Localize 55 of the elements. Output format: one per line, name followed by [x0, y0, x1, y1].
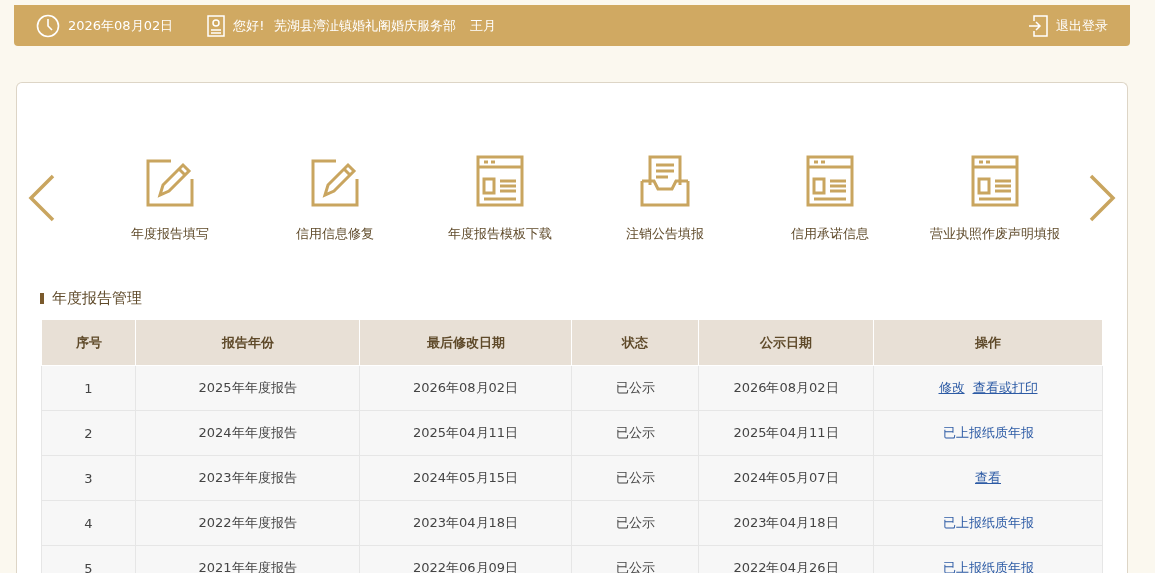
shortcut-item[interactable]: 年度报告填写: [87, 153, 252, 243]
form-icon: [805, 155, 854, 207]
table-cell: 4: [41, 500, 136, 546]
table-cell: 已公示: [571, 410, 699, 456]
table-cell: 2023年04月18日: [359, 500, 572, 546]
tray-icon: [639, 155, 690, 207]
status-text: 已上报纸质年报: [942, 425, 1034, 440]
table-cell: 2022年年度报告: [135, 500, 360, 546]
id-card-icon: [207, 14, 226, 37]
table-cell: 2025年年度报告: [135, 365, 360, 411]
shortcut-item[interactable]: 信用信息修复: [252, 153, 417, 243]
column-header: 序号: [41, 319, 136, 366]
shortcut-item[interactable]: 营业执照作废声明填报: [912, 153, 1077, 243]
table-cell: 2022年06月09日: [359, 545, 572, 573]
action-link[interactable]: 查看: [975, 470, 1001, 485]
clock-icon: [36, 13, 60, 38]
user-name: 王月: [470, 16, 497, 35]
table-cell: 2024年05月15日: [359, 455, 572, 501]
table-cell: 2023年04月18日: [698, 500, 874, 546]
status-text: 已上报纸质年报: [942, 560, 1034, 573]
table-cell: 已公示: [571, 500, 699, 546]
table-cell: 已公示: [571, 365, 699, 411]
table-cell: 2023年年度报告: [135, 455, 360, 501]
current-date: 2026年08月02日: [68, 16, 174, 35]
table-cell: 已公示: [571, 545, 699, 573]
status-text: 已上报纸质年报: [942, 515, 1034, 530]
column-header: 状态: [571, 319, 699, 366]
form-icon: [475, 155, 524, 207]
table-cell: 2021年年度报告: [135, 545, 360, 573]
table-cell: 1: [41, 365, 136, 411]
column-header: 报告年份: [135, 319, 360, 366]
shortcut-item[interactable]: 年度报告模板下载: [417, 153, 582, 243]
table-cell: 2024年05月07日: [698, 455, 874, 501]
table-cell: 2024年年度报告: [135, 410, 360, 456]
table-cell: 2026年08月02日: [359, 365, 572, 411]
form-icon: [970, 155, 1019, 207]
greeting: 您好!: [233, 16, 265, 35]
shortcut-item[interactable]: 信用承诺信息: [747, 153, 912, 243]
table-cell: 2025年04月11日: [698, 410, 874, 456]
action-link[interactable]: 修改: [938, 380, 965, 395]
table-cell: 5: [41, 545, 136, 573]
table-cell: 2026年08月02日: [698, 365, 874, 411]
column-header: 操作: [873, 319, 1103, 366]
column-header: 最后修改日期: [359, 319, 572, 366]
shortcut-item[interactable]: 注销公告填报: [582, 153, 747, 243]
table-cell: 已公示: [571, 455, 699, 501]
table-cell: 2025年04月11日: [359, 410, 572, 456]
table-cell: 2022年04月26日: [698, 545, 874, 573]
table-cell: 3: [41, 455, 136, 501]
column-header: 公示日期: [698, 319, 874, 366]
company-name: 芜湖县湾沚镇婚礼阁婚庆服务部: [274, 16, 457, 35]
logout-icon: [1028, 14, 1048, 37]
action-link[interactable]: 查看或打印: [972, 380, 1038, 395]
table-cell: 2: [41, 410, 136, 456]
section-title: 年度报告管理: [52, 289, 142, 308]
